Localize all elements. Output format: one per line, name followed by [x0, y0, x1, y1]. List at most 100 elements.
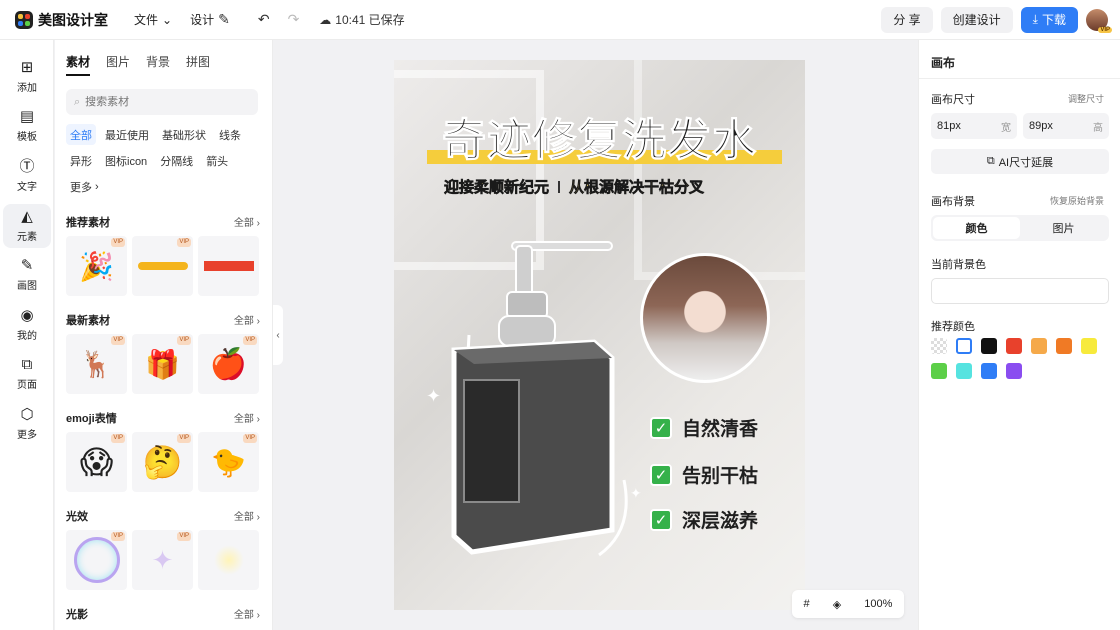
asset-thumb-apple[interactable]: VIP 🍎: [198, 334, 259, 394]
rail-item-template[interactable]: ▤ 模板: [3, 104, 51, 148]
asset-thumb-sparkle[interactable]: VIP ✦: [132, 530, 193, 590]
vip-badge: VIP: [243, 336, 257, 345]
download-button[interactable]: ⤓ 下载: [1020, 6, 1078, 33]
design-menu[interactable]: 设计 ✎: [190, 11, 230, 28]
chip-lines[interactable]: 线条: [215, 124, 245, 145]
tab-backgrounds[interactable]: 背景: [146, 53, 170, 76]
ai-extend-button[interactable]: ⧉ AI尺寸延展: [931, 149, 1109, 174]
swatch-white[interactable]: [956, 338, 972, 354]
asset-thumb-emoji-duck[interactable]: VIP 🐤: [198, 432, 259, 492]
chip-all[interactable]: 全部: [66, 124, 96, 145]
feature-text: 告别干枯: [682, 466, 759, 487]
svg-text:✦: ✦: [630, 485, 642, 501]
thumb-row: VIP 😱 VIP 🤔 VIP 🐤: [66, 432, 259, 492]
chip-basic-shapes[interactable]: 基础形状: [158, 124, 210, 145]
tab-images[interactable]: 图片: [106, 53, 130, 76]
swatch-purple[interactable]: [1006, 363, 1022, 379]
section-all-link[interactable]: 全部 ›: [234, 508, 260, 524]
section-all-link[interactable]: 全部 ›: [234, 312, 260, 328]
collapse-panel-button[interactable]: ‹: [273, 305, 283, 365]
glow-shape: [213, 545, 244, 575]
thumb-row: VIP 🎉 VIP: [66, 236, 259, 296]
asset-thumb-emoji-shocked[interactable]: VIP 😱: [66, 432, 127, 492]
swatch-light-orange[interactable]: [1031, 338, 1047, 354]
tab-collage[interactable]: 拼图: [186, 53, 210, 76]
rail-item-page[interactable]: ⧉ 页面: [3, 352, 51, 396]
rail-item-more[interactable]: ⬡ 更多: [3, 402, 51, 446]
rail-item-add[interactable]: ⊞ 添加: [3, 55, 51, 99]
canvas-bg-label: 画布背景: [931, 196, 975, 208]
chip-irregular[interactable]: 异形: [66, 150, 96, 171]
rail-label: 元素: [17, 232, 37, 243]
asset-thumb-sleigh[interactable]: VIP 🦌: [66, 334, 127, 394]
share-button[interactable]: 分 享: [881, 6, 933, 33]
rail-label: 添加: [17, 83, 37, 94]
swatch-yellow[interactable]: [1081, 338, 1097, 354]
current-bg-color[interactable]: [931, 278, 1109, 304]
section-all-link[interactable]: 全部 ›: [234, 606, 260, 622]
grid-icon[interactable]: #: [804, 598, 810, 610]
avatar[interactable]: VIP: [1086, 8, 1112, 33]
asset-panel: 素材 图片 背景 拼图 ⌕ 全部 最近使用 基础形状 线条 异形 图标icon …: [55, 40, 273, 630]
adjust-size-link[interactable]: 调整尺寸: [1068, 92, 1104, 105]
create-design-button[interactable]: 创建设计: [940, 6, 1013, 33]
rail-item-element[interactable]: ◭ 元素: [3, 204, 51, 248]
design-canvas[interactable]: 奇迹修复洗发水 迎接柔顺新纪元 从根源解决干枯分叉 ✦ ✦ ✓ 自然清香 ✓ 告…: [394, 60, 805, 610]
search-box[interactable]: ⌕: [66, 89, 258, 115]
swatch-transparent[interactable]: [931, 338, 947, 354]
swatch-red[interactable]: [1006, 338, 1022, 354]
tab-color[interactable]: 颜色: [933, 217, 1020, 239]
height-field[interactable]: 高: [1023, 113, 1109, 139]
layers-icon[interactable]: ◈: [833, 598, 841, 611]
chip-icons[interactable]: 图标icon: [101, 150, 151, 171]
asset-thumb-bubble[interactable]: VIP: [66, 530, 127, 590]
asset-thumb-gift[interactable]: VIP 🎁: [132, 334, 193, 394]
restore-bg-link[interactable]: 恢复原始背景: [1050, 194, 1104, 207]
download-label: 下载: [1041, 13, 1066, 27]
chip-recent[interactable]: 最近使用: [101, 124, 153, 145]
asset-thumb-confetti[interactable]: VIP 🎉: [66, 236, 127, 296]
thumb-row: VIP VIP ✦: [66, 530, 259, 590]
swatch-green[interactable]: [931, 363, 947, 379]
feature-item[interactable]: ✓ 告别干枯: [650, 461, 758, 488]
width-field[interactable]: 宽: [931, 113, 1017, 139]
feature-item[interactable]: ✓ 自然清香: [650, 414, 758, 441]
app-logo[interactable]: 美图设计室: [15, 10, 108, 30]
tab-image[interactable]: 图片: [1020, 217, 1107, 239]
asset-thumb-emoji-thinking[interactable]: VIP 🤔: [132, 432, 193, 492]
feature-item[interactable]: ✓ 深层滋养: [650, 506, 758, 533]
vip-badge: VIP: [177, 434, 191, 443]
redo-icon[interactable]: ↷: [288, 11, 300, 28]
swatch-black[interactable]: [981, 338, 997, 354]
section-all-link[interactable]: 全部 ›: [234, 214, 260, 230]
chip-dividers[interactable]: 分隔线: [156, 150, 197, 171]
chip-more[interactable]: 更多 ›: [66, 176, 103, 197]
check-icon: ✓: [650, 463, 672, 486]
chip-arrows[interactable]: 箭头: [202, 150, 232, 171]
search-input[interactable]: [85, 96, 236, 108]
search-icon: ⌕: [74, 95, 81, 108]
width-input[interactable]: [937, 120, 987, 132]
undo-icon[interactable]: ↶: [258, 11, 270, 28]
user-icon: ◉: [20, 307, 34, 324]
swatch-orange[interactable]: [1056, 338, 1072, 354]
swatch-cyan[interactable]: [956, 363, 972, 379]
asset-thumb-glow[interactable]: [198, 530, 259, 590]
tab-materials[interactable]: 素材: [66, 53, 91, 76]
canvas-size-label: 画布尺寸: [931, 94, 975, 106]
rail-item-mine[interactable]: ◉ 我的: [3, 303, 51, 347]
rail-item-draw[interactable]: ✎ 画图: [3, 253, 51, 297]
height-input[interactable]: [1029, 120, 1079, 132]
section-all-link[interactable]: 全部 ›: [234, 410, 260, 426]
portrait-photo[interactable]: [640, 253, 770, 383]
section-title: 最新素材: [66, 315, 110, 327]
swatch-blue[interactable]: [981, 363, 997, 379]
file-menu[interactable]: 文件 ⌄: [134, 11, 172, 28]
apple-icon: 🍎: [209, 347, 248, 381]
asset-thumb-brush-stroke[interactable]: VIP: [132, 236, 193, 296]
asset-thumb-red-bar[interactable]: [198, 236, 259, 296]
zoom-level[interactable]: 100%: [864, 598, 892, 610]
vip-badge: VIP: [1098, 26, 1112, 33]
section-title: 光效: [66, 511, 88, 523]
rail-item-text[interactable]: Ⓣ 文字: [3, 154, 51, 198]
